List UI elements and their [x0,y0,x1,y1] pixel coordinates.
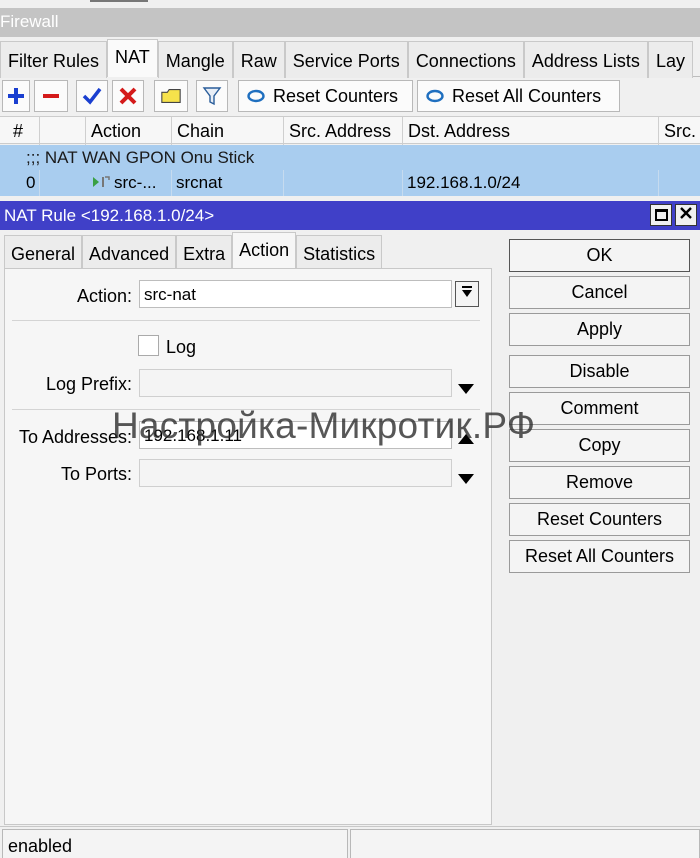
row-dst-address: 192.168.1.0/24 [403,170,659,196]
action-label: Action: [76,286,132,306]
reset-counters-label: Reset Counters [273,85,399,106]
cross-icon [117,85,139,107]
note-icon [160,85,182,107]
to-ports-dropdown-icon[interactable] [458,469,474,489]
log-prefix-dropdown-icon[interactable] [458,379,474,399]
dialog-titlebar: NAT Rule <192.168.1.0/24> [0,201,700,230]
log-label: Log [166,337,197,357]
column-chain[interactable]: Chain [172,117,284,145]
top-strip [0,0,700,8]
reset-icon [245,85,267,107]
add-button[interactable] [2,80,30,112]
window-title: Firewall [0,8,700,37]
status-text: enabled [2,829,348,858]
top-strip-nub [90,0,148,2]
row-action-label: src-... [114,173,157,192]
action-select[interactable]: src-nat [139,280,452,308]
dialog-tabs: General Advanced Extra Action Statistics [4,232,383,268]
column-action[interactable]: Action [86,117,172,145]
funnel-icon [201,85,223,107]
tab-connections[interactable]: Connections [407,41,524,78]
watermark: Настройка-Микротик.РФ [112,405,536,446]
column-number[interactable]: # [8,117,40,145]
column-header: # Action Chain Src. Address Dst. Address… [0,116,700,145]
dropdown-arrow-icon [461,284,473,304]
status-cell-empty [350,829,700,858]
reset-counters-button[interactable]: Reset Counters [238,80,413,112]
ok-button[interactable]: OK [509,239,690,272]
reset-all-icon [424,85,446,107]
tab-raw[interactable]: Raw [232,41,285,78]
rule-comment-row[interactable]: ;;; NAT WAN GPON Onu Stick [0,145,700,170]
maximize-button[interactable] [650,204,672,226]
tab-filter-rules[interactable]: Filter Rules [0,41,108,78]
reset-all-counters-button[interactable]: Reset All Counters [417,80,620,112]
column-dst-address[interactable]: Dst. Address [403,117,659,145]
table-row[interactable]: 0 src-... srcnat 192.168.1.0/24 [0,170,700,196]
filter-button[interactable] [196,80,228,112]
row-action-cell: src-... [86,170,172,196]
reset-rule-counters-button[interactable]: Reset Counters [509,503,690,536]
row-chain: srcnat [172,170,284,196]
action-tab-panel [4,268,492,825]
tab-statistics[interactable]: Statistics [296,235,383,268]
firewall-tabs: Filter Rules NAT Mangle Raw Service Port… [0,39,700,78]
to-ports-label: To Ports: [60,464,132,484]
reset-all-counters-label: Reset All Counters [452,85,602,106]
close-button[interactable] [675,204,697,226]
log-checkbox[interactable] [138,335,159,356]
checkmark-icon [81,85,103,107]
log-prefix-label: Log Prefix: [45,374,132,394]
log-prefix-input[interactable] [139,369,452,397]
cancel-button[interactable]: Cancel [509,276,690,309]
plus-icon [5,85,27,107]
enable-button[interactable] [76,80,108,112]
copy-button[interactable]: Copy [509,429,690,462]
action-dropdown-button[interactable] [455,281,479,307]
maximize-icon [654,209,668,221]
comment-button[interactable] [154,80,188,112]
disable-rule-button[interactable]: Disable [509,355,690,388]
minus-icon [40,85,62,107]
close-icon [679,205,693,225]
tab-mangle[interactable]: Mangle [157,41,233,78]
tab-service-ports[interactable]: Service Ports [284,41,408,78]
tab-extra[interactable]: Extra [176,235,233,268]
remove-button[interactable] [34,80,68,112]
column-src-address[interactable]: Src. Address [284,117,403,145]
status-bar: enabled [0,826,700,858]
apply-button[interactable]: Apply [509,313,690,346]
dialog-title: NAT Rule <192.168.1.0/24> [4,206,215,225]
tab-advanced[interactable]: Advanced [82,235,177,268]
row-number: 0 [22,170,40,196]
row-src-address [284,170,403,196]
toolbar: Reset Counters Reset All Counters [0,78,700,114]
column-blank[interactable] [40,117,86,145]
comment-rule-button[interactable]: Comment [509,392,690,425]
tab-address-lists[interactable]: Address Lists [523,41,648,78]
separator [12,320,480,321]
column-src-partial[interactable]: Src. [659,117,700,145]
tab-layer7[interactable]: Lay [647,41,693,78]
tab-general[interactable]: General [4,235,83,268]
reset-all-rule-counters-button[interactable]: Reset All Counters [509,540,690,573]
tab-action[interactable]: Action [232,232,297,268]
tab-nat[interactable]: NAT [107,39,158,77]
to-ports-input[interactable] [139,459,452,487]
remove-rule-button[interactable]: Remove [509,466,690,499]
srcnat-action-icon [92,174,110,195]
disable-button[interactable] [112,80,144,112]
